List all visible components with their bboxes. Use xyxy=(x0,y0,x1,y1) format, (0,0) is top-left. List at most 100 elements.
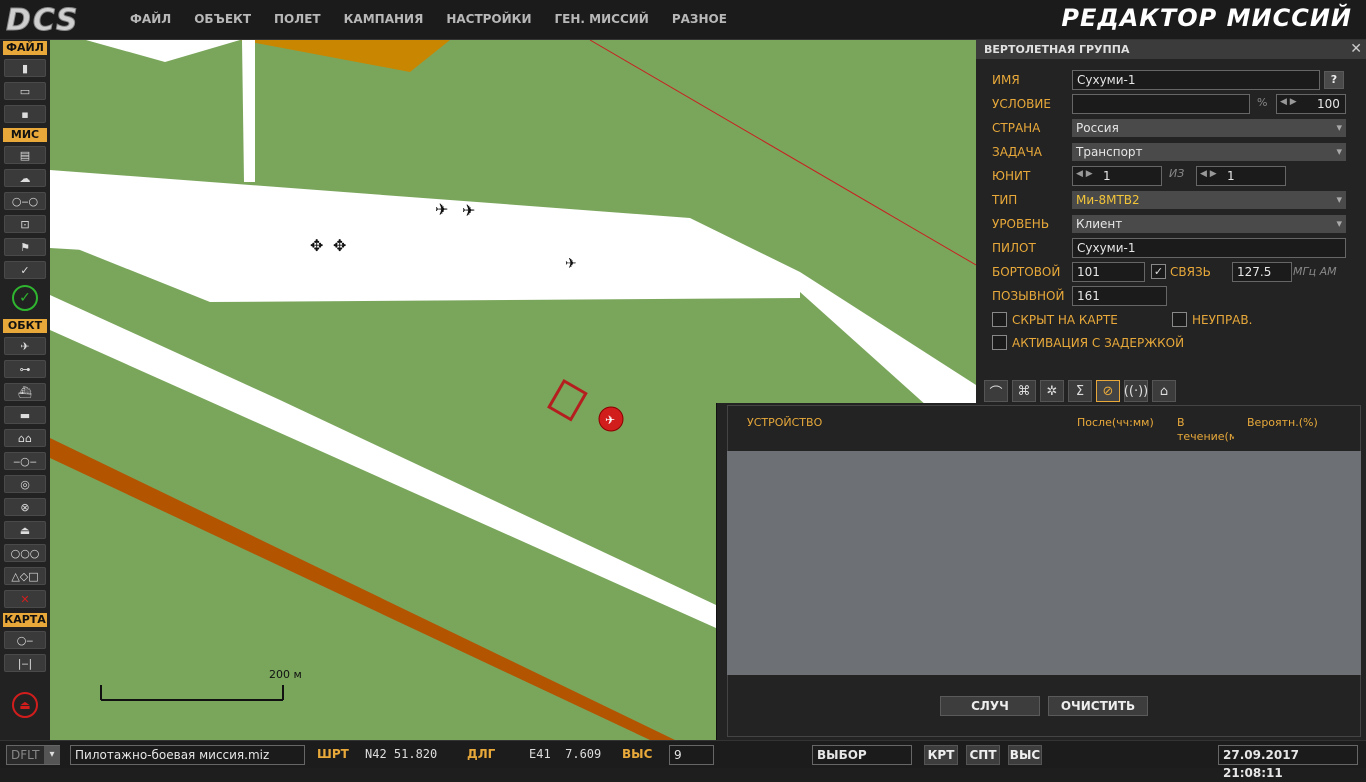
random-button[interactable]: СЛУЧ xyxy=(940,696,1040,716)
help-button[interactable]: ? xyxy=(1324,71,1344,89)
pilot-field[interactable]: Сухуми-1 xyxy=(1072,238,1346,258)
col-probability: Вероятн.(%) xyxy=(1247,416,1318,429)
trigger-zone-button[interactable]: ⊡ xyxy=(4,215,46,233)
menu-mission-generator[interactable]: ГЕН. МИССИЙ xyxy=(555,12,649,26)
unit-label: ЮНИТ xyxy=(992,169,1031,183)
ruler-button[interactable]: |‒| xyxy=(4,654,46,672)
tab-summary[interactable]: Σ xyxy=(1068,380,1092,402)
country-select[interactable]: Россия xyxy=(1072,119,1346,137)
task-label: ЗАДАЧА xyxy=(992,145,1042,159)
callsign-field[interactable]: 161 xyxy=(1072,286,1167,306)
failures-table-body[interactable] xyxy=(727,451,1361,675)
uncontrolled-label: НЕУПРАВ. xyxy=(1192,313,1253,327)
country-label: СТРАНА xyxy=(992,121,1041,135)
add-ship-button[interactable]: ⛴ xyxy=(4,383,46,401)
triggers-button[interactable]: ○‒○ xyxy=(4,192,46,210)
skill-select[interactable]: Клиент xyxy=(1072,215,1346,233)
target-icon: ⊡ xyxy=(20,217,30,231)
menu-campaign[interactable]: КАМПАНИЯ xyxy=(344,12,424,26)
check-button[interactable]: ✓ xyxy=(4,261,46,279)
menu-object[interactable]: ОБЪЕКТ xyxy=(194,12,251,26)
close-icon[interactable]: ✕ xyxy=(1350,40,1362,59)
clipboard-icon: ▤ xyxy=(19,148,31,162)
radio-label: СВЯЗЬ xyxy=(1170,265,1211,279)
uncontrolled-checkbox[interactable] xyxy=(1172,312,1187,327)
radio-checkbox[interactable]: ✓ xyxy=(1151,264,1166,279)
add-target-button[interactable]: ⊗ xyxy=(4,498,46,516)
add-plane-button[interactable]: ✈ xyxy=(4,337,46,355)
save-icon: ▪ xyxy=(21,107,29,121)
spinner-arrows-icon[interactable]: ◀ ▶ xyxy=(1200,169,1217,179)
flag-icon: ⚑ xyxy=(20,240,30,254)
satellite-mode-button[interactable]: СПТ xyxy=(966,745,1000,765)
key-icon: ○‒ xyxy=(16,633,34,647)
task-select[interactable]: Транспорт xyxy=(1072,143,1346,161)
add-vehicle-button[interactable]: ▬ xyxy=(4,406,46,424)
radio-frequency-field[interactable]: 127.5 xyxy=(1232,262,1292,282)
selected-unit[interactable]: ✈ xyxy=(547,378,624,432)
tab-payload[interactable]: ✲ xyxy=(1040,380,1064,402)
add-static-button[interactable]: ⌂⌂ xyxy=(4,429,46,447)
altitude-mode-button[interactable]: ВЫС xyxy=(1008,745,1042,765)
tab-targets[interactable]: ⌘ xyxy=(1012,380,1036,402)
template-icon: ⏏ xyxy=(19,523,31,537)
of-label: ИЗ xyxy=(1169,167,1185,180)
pilot-label: ПИЛОТ xyxy=(992,241,1036,255)
chevron-down-icon[interactable]: ▾ xyxy=(44,746,60,764)
hangar-icon: ⌂ xyxy=(1159,383,1169,399)
route-icon: ○‒○ xyxy=(11,194,39,208)
hidden-on-map-checkbox[interactable] xyxy=(992,312,1007,327)
runway xyxy=(50,295,716,628)
add-helicopter-button[interactable]: ⊶ xyxy=(4,360,46,378)
road-brown xyxy=(50,438,675,740)
tank-icon: ▬ xyxy=(19,408,31,422)
clear-button[interactable]: ОЧИСТИТЬ xyxy=(1048,696,1148,716)
section-mission: МИС xyxy=(3,128,47,142)
goals-button[interactable]: ⚑ xyxy=(4,238,46,256)
save-file-button[interactable]: ▪ xyxy=(4,105,46,123)
menu-file[interactable]: ФАЙЛ xyxy=(130,12,171,26)
mission-ok-icon[interactable]: ✓ xyxy=(12,285,38,311)
add-group-button[interactable]: ○○○ xyxy=(4,544,46,562)
tab-failures[interactable]: ⊘ xyxy=(1096,380,1120,402)
menu-flight[interactable]: ПОЛЕТ xyxy=(274,12,321,26)
tail-number-field[interactable]: 101 xyxy=(1072,262,1145,282)
open-file-button[interactable]: ▭ xyxy=(4,82,46,100)
section-file: ФАЙЛ xyxy=(3,41,47,55)
briefing-button[interactable]: ▤ xyxy=(4,146,46,164)
menu-misc[interactable]: РАЗНОЕ xyxy=(672,12,727,26)
spinner-arrows-icon[interactable]: ◀ ▶ xyxy=(1076,169,1093,179)
panel-title: ВЕРТОЛЕТНАЯ ГРУППА xyxy=(984,43,1130,56)
late-activation-label: АКТИВАЦИЯ С ЗАДЕРЖКОЙ xyxy=(1012,336,1185,350)
weather-button[interactable]: ☁ xyxy=(4,169,46,187)
type-select[interactable]: Ми-8МТВ2 xyxy=(1072,191,1346,209)
delete-x-icon: ✕ xyxy=(20,592,30,606)
name-field[interactable]: Сухуми-1 xyxy=(1072,70,1320,90)
callsign-label: ПОЗЫВНОЙ xyxy=(992,289,1065,303)
map-options-button[interactable]: ○‒ xyxy=(4,631,46,649)
map-mode-button[interactable]: КРТ xyxy=(924,745,958,765)
select-mode-field[interactable]: ВЫБОР xyxy=(812,745,912,765)
delete-button[interactable]: ✕ xyxy=(4,590,46,608)
spinner-arrows-icon[interactable]: ◀ ▶ xyxy=(1280,97,1297,107)
exit-icon[interactable]: ⏏ xyxy=(12,692,38,718)
add-zone-button[interactable]: ◎ xyxy=(4,475,46,493)
tab-hangar[interactable]: ⌂ xyxy=(1152,380,1176,402)
add-waypoint-button[interactable]: ‒○‒ xyxy=(4,452,46,470)
helicopter-map-icon: ✥ xyxy=(310,236,323,255)
condition-field[interactable] xyxy=(1072,94,1250,114)
menu-settings[interactable]: НАСТРОЙКИ xyxy=(446,12,531,26)
col-during-line2: течение(м xyxy=(1177,430,1234,443)
new-file-button[interactable]: ▮ xyxy=(4,59,46,77)
col-during-line1: В xyxy=(1177,416,1185,429)
late-activation-checkbox[interactable] xyxy=(992,335,1007,350)
add-template-button[interactable]: ⏏ xyxy=(4,521,46,539)
skill-label: УРОВЕНЬ xyxy=(992,217,1050,231)
add-shapes-button[interactable]: △◇□ xyxy=(4,567,46,585)
altitude-label: ВЫС xyxy=(622,747,653,761)
condition-label: УСЛОВИЕ xyxy=(992,97,1051,111)
top-menubar: DCS ФАЙЛ ОБЪЕКТ ПОЛЕТ КАМПАНИЯ НАСТРОЙКИ… xyxy=(0,0,1366,40)
name-label: ИМЯ xyxy=(992,73,1020,87)
tab-radio[interactable]: ((·)) xyxy=(1124,380,1148,402)
tab-route[interactable]: ⌒ xyxy=(984,380,1008,402)
